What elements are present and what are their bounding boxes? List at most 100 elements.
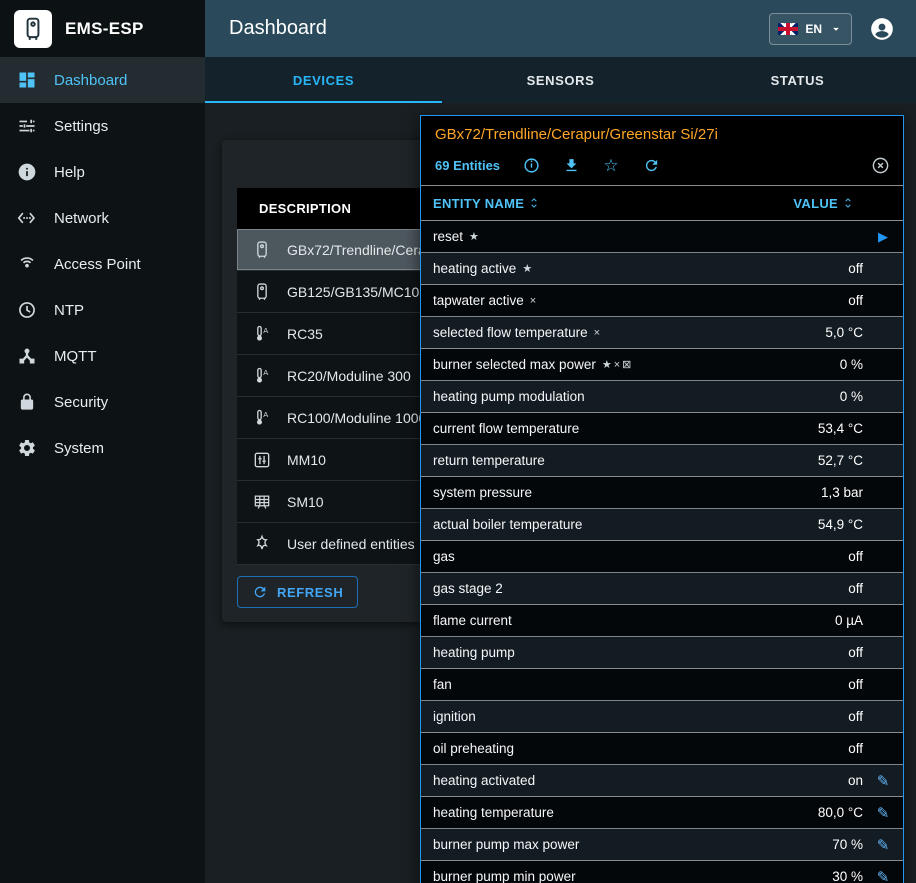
sort-icon[interactable] bbox=[841, 196, 855, 210]
entity-name: heating active bbox=[433, 261, 516, 276]
entity-value: 30 % bbox=[832, 869, 863, 883]
sidebar-item-help[interactable]: Help bbox=[0, 149, 205, 195]
device-detail-toolbar: 69 Entities ☆ bbox=[421, 145, 903, 185]
sidebar-item-settings[interactable]: Settings bbox=[0, 103, 205, 149]
entity-flag-icons: × bbox=[530, 295, 538, 307]
entity-name: return temperature bbox=[433, 453, 545, 468]
solar-module-icon bbox=[251, 492, 273, 512]
entity-row: oil preheating off bbox=[421, 733, 903, 765]
entity-row: gas stage 2 off bbox=[421, 573, 903, 605]
entity-value: off bbox=[848, 677, 863, 692]
entity-action-icon[interactable] bbox=[863, 772, 903, 790]
entity-value: off bbox=[848, 645, 863, 660]
entity-row: heating pump modulation 0 % bbox=[421, 381, 903, 413]
main-area: Dashboard EN DEVICES SENSORS STATUS DESC… bbox=[205, 0, 916, 883]
entity-row: heating active ★ off bbox=[421, 253, 903, 285]
entity-name: burner selected max power bbox=[433, 357, 596, 372]
tab-sensors[interactable]: SENSORS bbox=[442, 57, 679, 103]
language-label: EN bbox=[805, 22, 822, 36]
device-label: GB125/GB135/MC10 bbox=[287, 284, 419, 300]
app-bar: Dashboard EN bbox=[205, 0, 916, 57]
entity-row: return temperature 52,7 °C bbox=[421, 445, 903, 477]
sidebar-item-label: Help bbox=[54, 164, 85, 181]
svg-text:A: A bbox=[263, 409, 268, 418]
sidebar-item-system[interactable]: System bbox=[0, 425, 205, 471]
sidebar-item-network[interactable]: Network bbox=[0, 195, 205, 241]
sidebar: EMS-ESP Dashboard Settings Help bbox=[0, 0, 205, 883]
refresh-button[interactable]: REFRESH bbox=[237, 576, 358, 608]
account-button[interactable] bbox=[860, 7, 904, 51]
sidebar-item-mqtt[interactable]: MQTT bbox=[0, 333, 205, 379]
device-label: RC20/Moduline 300 bbox=[287, 368, 411, 384]
entity-name: burner pump max power bbox=[433, 837, 579, 852]
sidebar-item-ntp[interactable]: NTP bbox=[0, 287, 205, 333]
tab-devices[interactable]: DEVICES bbox=[205, 57, 442, 103]
entity-row: fan off bbox=[421, 669, 903, 701]
entity-action-icon[interactable] bbox=[863, 229, 903, 245]
entity-row: system pressure 1,3 bar bbox=[421, 477, 903, 509]
sidebar-item-dashboard[interactable]: Dashboard bbox=[0, 57, 205, 103]
entity-value: 54,9 °C bbox=[818, 517, 863, 532]
content-area: DESCRIPTION GBx72/Trendline/Cerapur/Gree… bbox=[205, 103, 916, 883]
entity-row: gas off bbox=[421, 541, 903, 573]
entity-name: system pressure bbox=[433, 485, 532, 500]
language-selector[interactable]: EN bbox=[769, 13, 852, 45]
entity-row: burner pump min power 30 % bbox=[421, 861, 903, 883]
entity-name: flame current bbox=[433, 613, 512, 628]
entity-row: heating temperature 80,0 °C bbox=[421, 797, 903, 829]
entity-flag-icons: × bbox=[594, 327, 602, 339]
entity-value: 80,0 °C bbox=[818, 805, 863, 820]
entity-name: reset bbox=[433, 229, 463, 244]
entity-value: off bbox=[848, 581, 863, 596]
gear-icon bbox=[16, 437, 38, 459]
ems-esp-logo-icon bbox=[14, 10, 52, 48]
entity-value: 0 % bbox=[840, 389, 863, 404]
entity-name: ignition bbox=[433, 709, 476, 724]
info-icon[interactable] bbox=[520, 154, 542, 176]
star-icon[interactable]: ☆ bbox=[600, 154, 622, 176]
entity-name: oil preheating bbox=[433, 741, 514, 756]
download-icon[interactable] bbox=[560, 154, 582, 176]
entity-name: tapwater active bbox=[433, 293, 524, 308]
entity-row: heating pump off bbox=[421, 637, 903, 669]
entity-row: selected flow temperature × 5,0 °C bbox=[421, 317, 903, 349]
entity-name: gas bbox=[433, 549, 455, 564]
entity-value: off bbox=[848, 261, 863, 276]
sort-icon[interactable] bbox=[527, 196, 541, 210]
device-label: User defined entities bbox=[287, 536, 415, 552]
entity-action-icon[interactable] bbox=[863, 836, 903, 854]
sidebar-item-label: Access Point bbox=[54, 256, 141, 273]
device-label: RC100/Moduline 1000 bbox=[287, 410, 426, 426]
hub-icon bbox=[16, 345, 38, 367]
tab-status[interactable]: STATUS bbox=[679, 57, 916, 103]
sidebar-item-label: NTP bbox=[54, 302, 84, 319]
page-title: Dashboard bbox=[229, 17, 769, 40]
device-label: RC35 bbox=[287, 326, 323, 342]
sidebar-item-security[interactable]: Security bbox=[0, 379, 205, 425]
thermostat-icon: A bbox=[251, 408, 273, 428]
entity-name: gas stage 2 bbox=[433, 581, 503, 596]
entity-value: 53,4 °C bbox=[818, 421, 863, 436]
boiler-icon bbox=[251, 282, 273, 302]
entity-name: heating temperature bbox=[433, 805, 554, 820]
value-column-header: VALUE bbox=[793, 196, 838, 211]
ethernet-icon bbox=[16, 207, 38, 229]
device-label: SM10 bbox=[287, 494, 324, 510]
sidebar-item-access-point[interactable]: Access Point bbox=[0, 241, 205, 287]
entity-name: current flow temperature bbox=[433, 421, 579, 436]
refresh-button-label: REFRESH bbox=[277, 585, 343, 600]
mixer-module-icon bbox=[251, 450, 273, 470]
entity-row: reset ★ bbox=[421, 221, 903, 253]
refresh-icon[interactable] bbox=[640, 154, 662, 176]
close-icon[interactable] bbox=[869, 154, 891, 176]
entity-value: 0 % bbox=[840, 357, 863, 372]
entity-action-icon[interactable] bbox=[863, 868, 903, 883]
sidebar-item-label: Network bbox=[54, 210, 109, 227]
entity-table-header: ENTITY NAME VALUE bbox=[421, 185, 903, 221]
entity-row: burner pump max power 70 % bbox=[421, 829, 903, 861]
wifi-tethering-icon bbox=[16, 253, 38, 275]
entity-action-icon[interactable] bbox=[863, 804, 903, 822]
entity-row: ignition off bbox=[421, 701, 903, 733]
entity-value: off bbox=[848, 741, 863, 756]
entity-value: 70 % bbox=[832, 837, 863, 852]
